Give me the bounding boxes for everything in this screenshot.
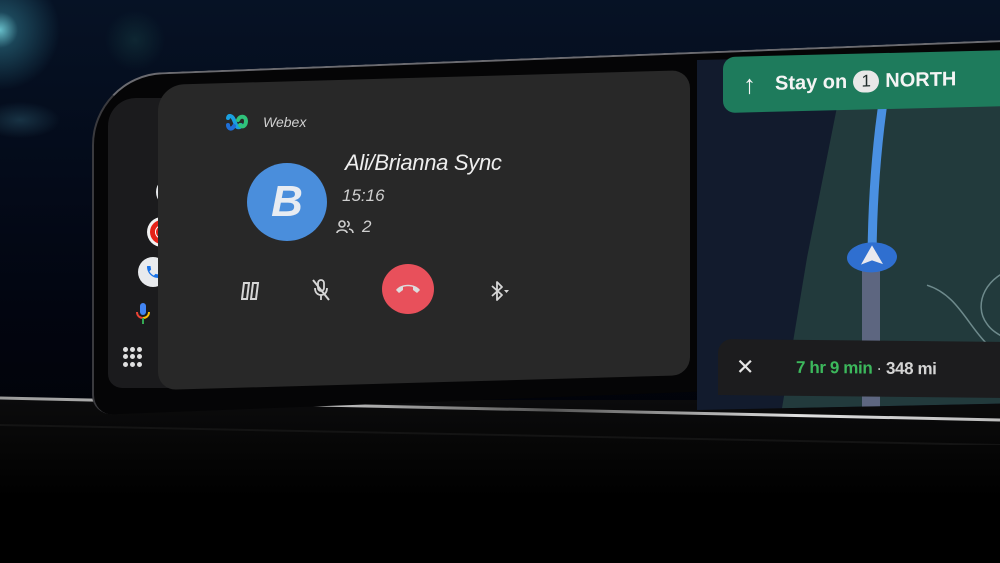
route-shield: 1 [853,70,880,93]
direction-text: NORTH [885,67,957,92]
microphone-icon[interactable] [136,303,150,325]
mic-off-icon [312,279,330,301]
eta-duration: 7 hr 9 min [796,357,873,378]
end-call-button[interactable] [382,264,434,314]
dashboard-trim [0,400,1000,563]
pause-icon [241,282,260,300]
webex-logo-icon [226,114,248,131]
hold-button[interactable] [238,278,264,304]
eta-separator: · [876,358,882,378]
app-grid-icon[interactable] [123,347,143,367]
participants: 2 [336,217,371,237]
eta-distance: 348 mi [885,358,937,379]
participant-count: 2 [362,217,372,236]
meeting-title: Ali/Brianna Sync [345,150,502,175]
app-name: Webex [263,114,307,130]
bluetooth-icon [491,281,509,301]
mute-button[interactable] [306,275,336,305]
caller-avatar: B [247,163,327,241]
turn-instruction-banner[interactable]: ↑ Stay on 1 NORTH [723,49,1000,113]
call-duration: 15:16 [342,186,385,205]
instruction-text: Stay on [775,70,848,95]
hang-up-icon [396,284,420,293]
people-icon [336,220,354,234]
straight-arrow-icon: ↑ [743,68,756,100]
audio-output-button[interactable] [484,276,514,306]
eta-bar: ✕ 7 hr 9 min · 348 mi [718,339,1000,399]
close-icon[interactable]: ✕ [736,354,758,380]
